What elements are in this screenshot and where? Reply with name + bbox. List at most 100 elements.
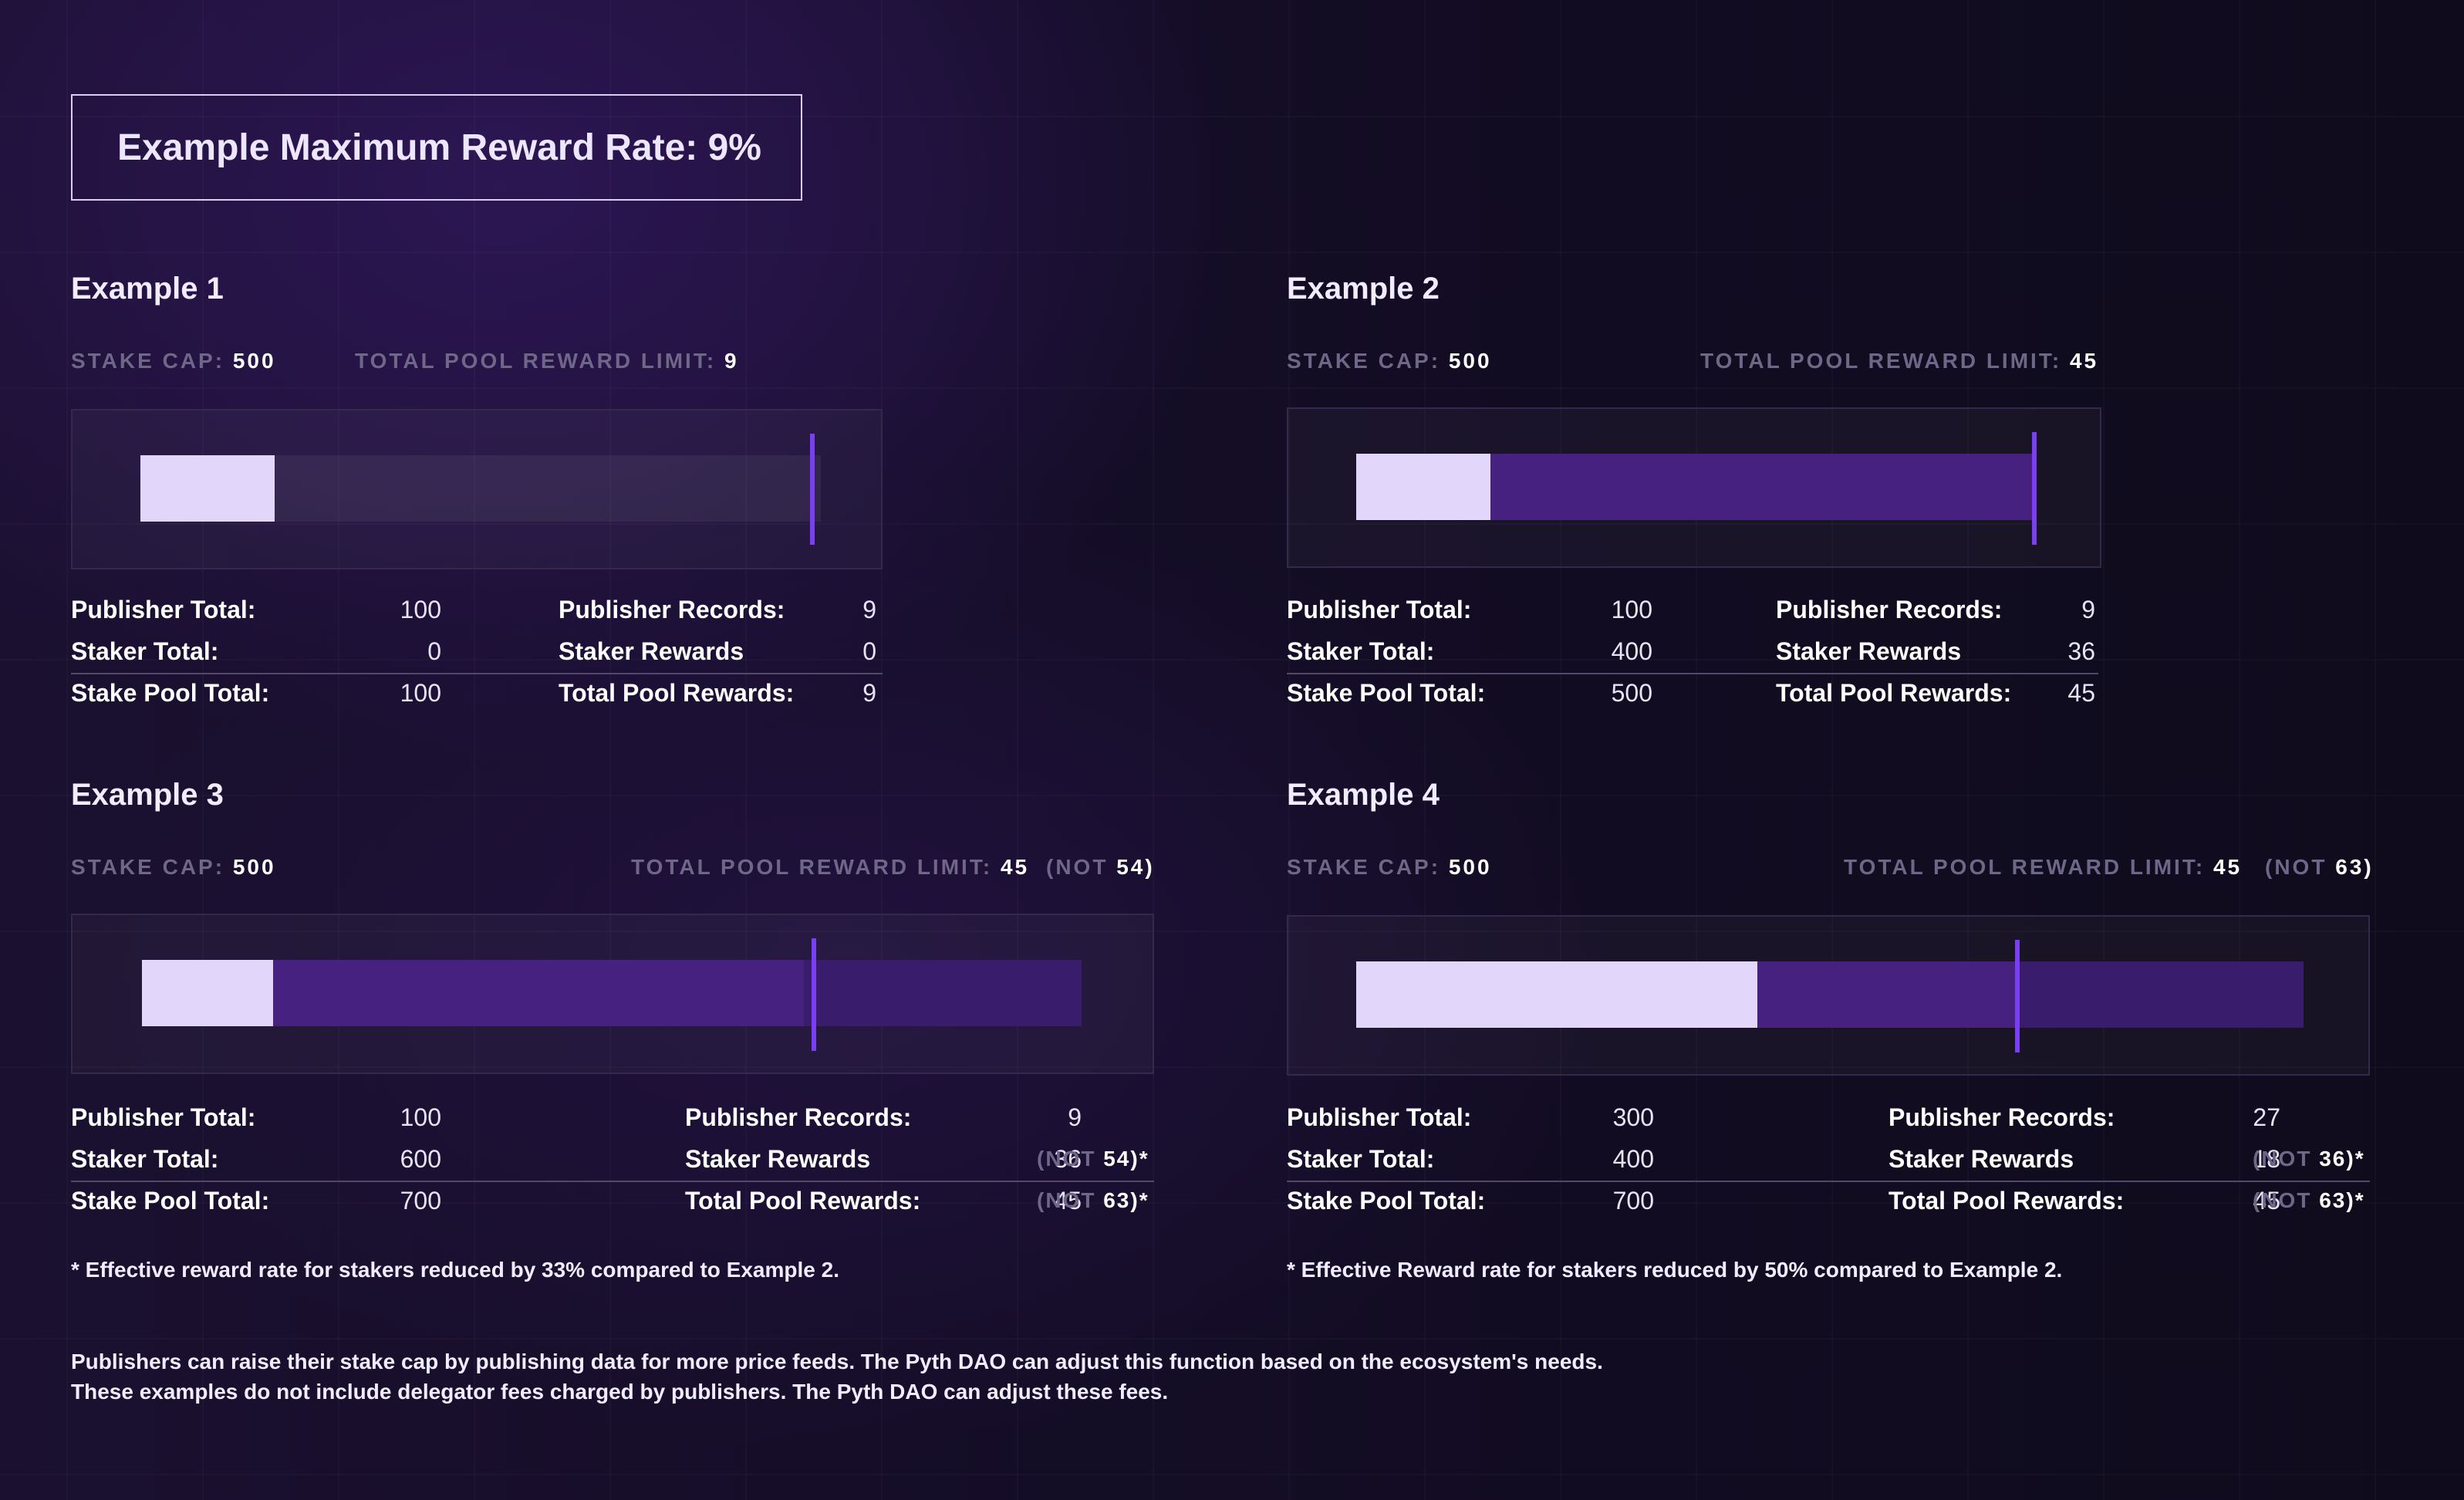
staker-total-label: Staker Total: [71,1145,219,1173]
pool-reward-limit-uncapped: (NOT 63) [2265,855,2374,879]
example-4: Example 4 STAKE CAP: 500 TOTAL POOL REWA… [1287,778,2382,1302]
example-1: Example 1 STAKE CAP: 500 TOTAL POOL REWA… [71,272,889,735]
max-reward-rate-box: Example Maximum Reward Rate: 9% [71,94,802,201]
reward-limit-marker [2032,432,2037,545]
publisher-stake-segment [1356,454,1490,520]
stake-cap: STAKE CAP: 500 [1287,349,1492,373]
stake-pool-total-value: 700 [1612,1187,1654,1215]
example-figures: Publisher Total: 300 Staker Total: 400 S… [1287,1103,2382,1227]
staker-rewards-uncapped: (NOT 36)* [2253,1147,2365,1171]
staker-rewards-label: Staker Rewards [1889,1145,2074,1173]
staker-rewards-label: Staker Rewards [685,1145,871,1173]
example-footnote: * Effective reward rate for stakers redu… [71,1258,839,1282]
publisher-total-label: Publisher Total: [71,596,256,623]
total-pool-rewards-label: Total Pool Rewards: [559,679,795,707]
staker-stake-segment [1757,961,2020,1028]
staker-rewards-label: Staker Rewards [559,637,744,665]
stake-bar-frame [71,409,883,569]
row-divider [71,673,883,674]
stake-bar-frame [71,914,1154,1074]
staker-total-label: Staker Total: [1287,1145,1435,1173]
stake-pool-total-label: Stake Pool Total: [1287,679,1486,707]
stake-cap: STAKE CAP: 500 [71,855,276,879]
publisher-records-label: Publisher Records: [1889,1103,2115,1131]
publisher-total-label: Publisher Total: [1287,1103,1472,1131]
stake-cap-track [1356,454,2037,520]
reward-limit-marker [810,434,815,545]
stake-pool-total-value: 500 [1611,679,1652,707]
total-pool-rewards-uncapped: (NOT 63)* [1037,1188,1149,1212]
reward-limit-marker [2015,940,2020,1052]
staker-stake-segment [273,960,804,1026]
staker-total-value: 600 [400,1145,441,1173]
publisher-total-value: 100 [400,596,441,623]
staker-rewards-label: Staker Rewards [1776,637,1962,665]
example-footnote: * Effective Reward rate for stakers redu… [1287,1258,2063,1282]
example-2: Example 2 STAKE CAP: 500 TOTAL POOL REWA… [1287,272,2105,735]
footer-line: Publishers can raise their stake cap by … [71,1350,1603,1373]
example-title: Example 1 [71,272,224,306]
example-figures: Publisher Total: 100 Staker Total: 0 Sta… [71,596,889,719]
pool-reward-limit-uncapped: (NOT 54) [1046,855,1155,879]
footer-notes: Publishers can raise their stake cap by … [71,1346,1603,1407]
row-divider [71,1181,1154,1182]
staker-total-value: 0 [427,637,441,665]
publisher-records-value: 9 [862,596,876,623]
stake-pool-total-label: Stake Pool Total: [71,1187,270,1215]
publisher-stake-segment [1356,961,1757,1028]
stake-pool-total-label: Stake Pool Total: [1287,1187,1486,1215]
stake-cap-track [140,455,821,522]
publisher-total-label: Publisher Total: [71,1103,256,1131]
total-pool-rewards-value: 45 [2067,679,2095,707]
stake-pool-total-label: Stake Pool Total: [71,679,270,707]
row-divider [1287,673,2098,674]
publisher-stake-segment [140,455,275,522]
row-divider [1287,1181,2370,1182]
stake-bar-frame [1287,915,2370,1076]
publisher-records-value: 27 [2253,1103,2280,1131]
stake-pool-total-value: 700 [400,1187,441,1215]
publisher-stake-segment [142,960,273,1026]
publisher-total-value: 100 [400,1103,441,1131]
example-3: Example 3 STAKE CAP: 500 TOTAL POOL REWA… [71,778,1166,1302]
example-title: Example 2 [1287,272,1440,306]
staker-total-value: 400 [1611,637,1652,665]
publisher-records-value: 9 [1068,1103,1082,1131]
stake-cap: STAKE CAP: 500 [71,349,276,373]
total-pool-rewards-uncapped: (NOT 63)* [2253,1188,2365,1212]
over-cap-stake-segment [804,960,1082,1026]
example-figures: Publisher Total: 100 Staker Total: 600 S… [71,1103,1166,1227]
stake-cap: STAKE CAP: 500 [1287,855,1492,879]
staker-rewards-value: 36 [2067,637,2095,665]
example-title: Example 4 [1287,778,1440,812]
over-cap-stake-segment [2020,961,2304,1028]
staker-total-label: Staker Total: [1287,637,1435,665]
publisher-records-label: Publisher Records: [685,1103,912,1131]
example-figures: Publisher Total: 100 Staker Total: 400 S… [1287,596,2105,719]
staker-rewards-value: 0 [862,637,876,665]
stake-pool-total-value: 100 [400,679,441,707]
pool-reward-limit: TOTAL POOL REWARD LIMIT: 45 [1700,349,2099,373]
stake-bar-frame [1287,407,2101,568]
publisher-records-label: Publisher Records: [1776,596,2003,623]
staker-rewards-uncapped: (NOT 54)* [1037,1147,1149,1171]
staker-stake-segment [1490,454,2037,520]
publisher-total-value: 100 [1611,596,1652,623]
pool-reward-limit: TOTAL POOL REWARD LIMIT: 9 [355,349,739,373]
publisher-records-value: 9 [2081,596,2095,623]
staker-total-value: 400 [1612,1145,1654,1173]
pool-reward-limit: TOTAL POOL REWARD LIMIT: 45 [631,855,1030,879]
total-pool-rewards-label: Total Pool Rewards: [1776,679,2012,707]
stake-cap-track [142,960,1082,1026]
max-reward-rate-title: Example Maximum Reward Rate: 9% [117,127,761,168]
total-pool-rewards-label: Total Pool Rewards: [685,1187,921,1215]
publisher-total-value: 300 [1612,1103,1654,1131]
pool-reward-limit: TOTAL POOL REWARD LIMIT: 45 [1844,855,2243,879]
example-title: Example 3 [71,778,224,812]
reward-limit-marker [812,938,816,1051]
total-pool-rewards-label: Total Pool Rewards: [1889,1187,2125,1215]
stake-cap-track [1356,961,2304,1028]
staker-total-label: Staker Total: [71,637,219,665]
footer-line: These examples do not include delegator … [71,1380,1169,1404]
publisher-records-label: Publisher Records: [559,596,785,623]
